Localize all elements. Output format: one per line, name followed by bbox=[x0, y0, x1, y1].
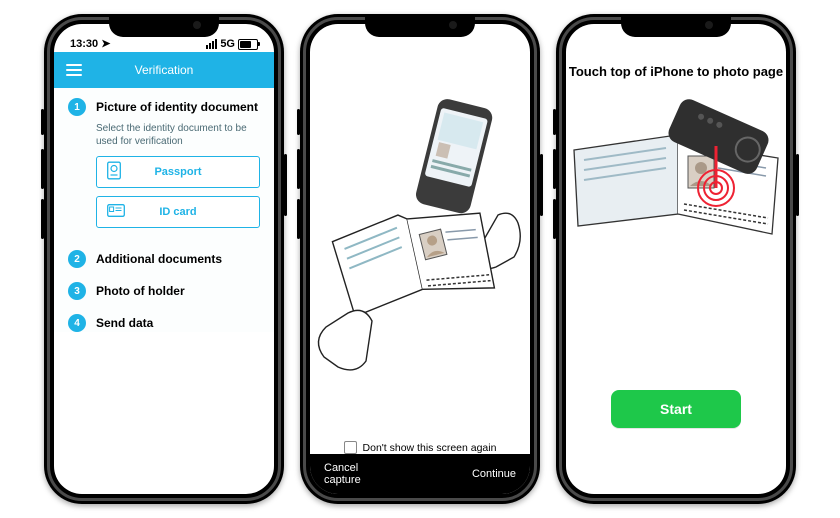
option-idcard[interactable]: ID card bbox=[96, 196, 260, 228]
phone-verification-steps: 13:30 ➤ 5G Verification 1 Picture of ide… bbox=[44, 14, 284, 504]
step-3[interactable]: 3 Photo of holder bbox=[68, 282, 260, 300]
nfc-illustration bbox=[566, 96, 786, 266]
instruction-title: Touch top of iPhone to photo page bbox=[566, 64, 786, 79]
option-label: Passport bbox=[154, 166, 201, 178]
phone-capture-instructions: Don't show this screen again Cancel capt… bbox=[300, 14, 540, 504]
step-title: Send data bbox=[96, 314, 153, 332]
dont-show-row[interactable]: Don't show this screen again bbox=[310, 441, 530, 454]
idcard-icon bbox=[107, 204, 125, 220]
phone-nfc-scan: Touch top of iPhone to photo page bbox=[556, 14, 796, 504]
option-passport[interactable]: Passport bbox=[96, 156, 260, 188]
signal-icon bbox=[206, 39, 217, 49]
step-number: 2 bbox=[68, 250, 86, 268]
step-number: 4 bbox=[68, 314, 86, 332]
continue-button[interactable]: Continue bbox=[472, 468, 516, 480]
app-bar: Verification bbox=[54, 52, 274, 88]
step-1: 1 Picture of identity document Select th… bbox=[68, 98, 260, 236]
passport-icon bbox=[107, 162, 121, 183]
status-network: 5G bbox=[220, 38, 235, 50]
start-label: Start bbox=[660, 401, 692, 417]
step-number: 1 bbox=[68, 98, 86, 116]
checkbox-icon[interactable] bbox=[344, 441, 357, 454]
step-title: Additional documents bbox=[96, 250, 222, 268]
page-title: Verification bbox=[54, 63, 274, 77]
step-4[interactable]: 4 Send data bbox=[68, 314, 260, 332]
step-number: 3 bbox=[68, 282, 86, 300]
step-title: Picture of identity document bbox=[96, 98, 260, 116]
capture-illustration bbox=[310, 50, 530, 424]
step-2[interactable]: 2 Additional documents bbox=[68, 250, 260, 268]
cancel-capture-button[interactable]: Cancel capture bbox=[324, 462, 361, 486]
bottom-bar: Cancel capture Continue bbox=[310, 454, 530, 494]
step-description: Select the identity document to be used … bbox=[96, 122, 260, 148]
step-title: Photo of holder bbox=[96, 282, 185, 300]
battery-icon bbox=[238, 39, 258, 50]
dont-show-label: Don't show this screen again bbox=[363, 442, 497, 454]
status-time: 13:30 bbox=[70, 38, 98, 50]
start-button[interactable]: Start bbox=[611, 390, 741, 428]
option-label: ID card bbox=[159, 206, 196, 218]
